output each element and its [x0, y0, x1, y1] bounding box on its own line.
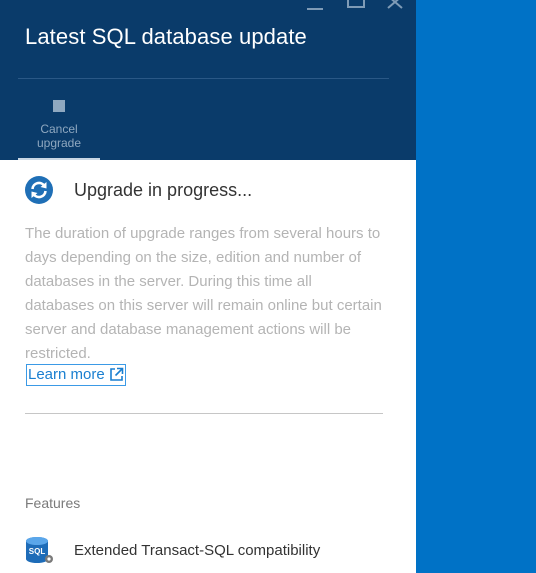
- blade-header: Latest SQL database update Cancel upgrad…: [0, 0, 416, 160]
- learn-more-label: Learn more: [28, 366, 105, 383]
- stop-icon: [53, 100, 65, 112]
- sql-database-icon: SQL: [26, 537, 53, 563]
- upgrade-status: Upgrade in progress...: [25, 176, 252, 204]
- svg-text:SQL: SQL: [29, 547, 46, 556]
- maximize-icon[interactable]: [342, 0, 368, 16]
- sync-icon: [25, 176, 53, 204]
- cancel-upgrade-button[interactable]: Cancel upgrade: [18, 90, 100, 160]
- close-icon[interactable]: [382, 0, 408, 16]
- minimize-icon[interactable]: [302, 0, 328, 16]
- feature-item[interactable]: SQL Extended Transact-SQL compatibility: [25, 535, 320, 565]
- window-controls: [302, 0, 408, 16]
- feature-label: Extended Transact-SQL compatibility: [74, 541, 321, 559]
- header-divider: [18, 78, 389, 79]
- features-heading: Features: [25, 495, 81, 511]
- upgrade-description: The duration of upgrade ranges from seve…: [25, 225, 382, 362]
- cancel-upgrade-label: Cancel upgrade: [36, 122, 82, 150]
- external-link-icon: [109, 367, 124, 381]
- status-text: Upgrade in progress...: [74, 179, 253, 200]
- update-blade: Latest SQL database update Cancel upgrad…: [0, 0, 416, 573]
- learn-more-link[interactable]: Learn more: [26, 364, 126, 386]
- command-underline: [18, 158, 100, 160]
- blade-title: Latest SQL database update: [25, 24, 307, 49]
- section-divider: [25, 413, 383, 414]
